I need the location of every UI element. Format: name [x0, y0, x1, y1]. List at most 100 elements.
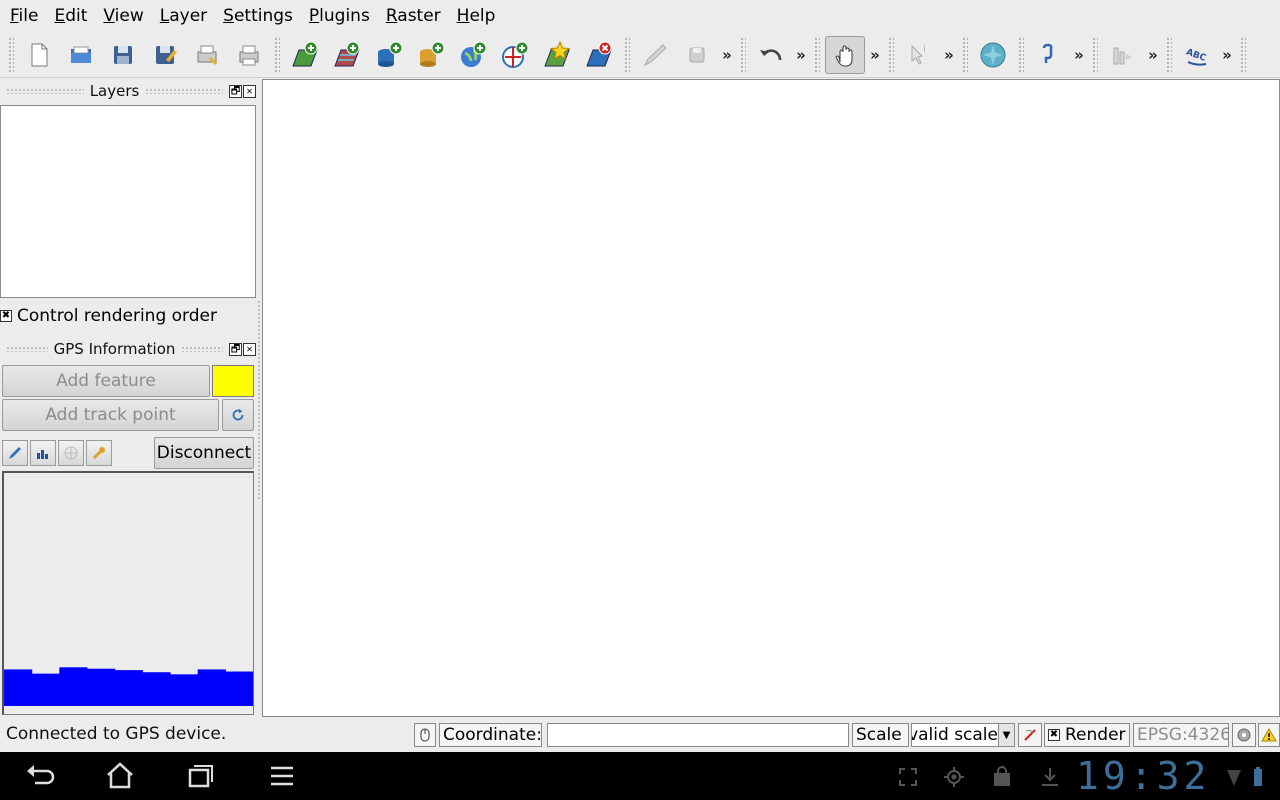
menu-plugins[interactable]: Plugins: [301, 0, 378, 32]
toggle-editing-button[interactable]: [635, 36, 675, 74]
coordinate-input[interactable]: [547, 723, 849, 747]
layers-tree[interactable]: [0, 105, 256, 298]
crs-status-button[interactable]: EPSG:4326: [1133, 723, 1229, 747]
menu-raster[interactable]: Raster: [378, 0, 449, 32]
back-button[interactable]: [20, 760, 60, 792]
undo-icon: [760, 48, 782, 60]
save-as-button[interactable]: [145, 36, 185, 74]
toolbar-grip[interactable]: [8, 36, 14, 73]
pan-icon: [835, 44, 853, 66]
toolbar-grip[interactable]: [962, 36, 968, 73]
new-shapefile-button[interactable]: [537, 36, 577, 74]
undo-button[interactable]: [751, 36, 791, 74]
svg-text:i: i: [923, 44, 926, 55]
toolbar-grip[interactable]: [1092, 36, 1098, 73]
home-button[interactable]: [100, 760, 140, 792]
store-notification[interactable]: [990, 765, 1014, 789]
add-wms-layer-icon: [461, 41, 487, 67]
toolbar-grip[interactable]: [740, 36, 746, 73]
toggle-editing-icon: [643, 43, 667, 66]
menu-view[interactable]: View: [95, 0, 151, 32]
menu-button[interactable]: [262, 760, 302, 792]
toolbar-overflow-button[interactable]: »: [718, 46, 736, 64]
add-track-point-button[interactable]: Add track point: [2, 399, 219, 431]
menu-help[interactable]: Help: [449, 0, 504, 32]
disconnect-button[interactable]: Disconnect: [154, 437, 254, 469]
new-project-button[interactable]: [19, 36, 59, 74]
pan-button[interactable]: [825, 35, 865, 74]
add-wfs-layer-button[interactable]: [495, 36, 535, 74]
refresh-icon: [232, 408, 244, 421]
add-wms-layer-button[interactable]: [453, 36, 493, 74]
toolbar-overflow-button[interactable]: »: [866, 46, 884, 64]
gps-position-tab-button[interactable]: [2, 440, 28, 466]
gps-panel-close-button[interactable]: ✕: [243, 342, 257, 356]
toolbar-overflow-button[interactable]: »: [1070, 46, 1088, 64]
add-vector-layer-button[interactable]: [285, 36, 325, 74]
system-clock: 19:32: [1076, 754, 1211, 798]
checkbox-checked[interactable]: ✖: [1048, 729, 1060, 741]
download-notification[interactable]: [1038, 765, 1062, 789]
track-color-swatch[interactable]: [212, 365, 254, 397]
render-checkbox[interactable]: ✖ Render: [1044, 723, 1130, 747]
messages-button[interactable]: [1258, 723, 1280, 747]
map-canvas[interactable]: [262, 79, 1280, 717]
add-feature-button[interactable]: Add feature: [2, 365, 210, 397]
projection-button[interactable]: [1232, 723, 1256, 747]
signal-icon: [1227, 770, 1241, 786]
scale-label: Scale: [852, 723, 909, 747]
toolbar-grip[interactable]: [1166, 36, 1172, 73]
toolbar-grip[interactable]: [814, 36, 820, 73]
layers-panel-title-bar[interactable]: Layers 🗗 ✕: [0, 79, 258, 103]
gps-panel-title-bar[interactable]: GPS Information 🗗 ✕: [0, 337, 258, 361]
add-raster-layer-button[interactable]: [327, 36, 367, 74]
screen-compat-button[interactable]: [896, 765, 920, 789]
save-edits-button[interactable]: [677, 36, 717, 74]
scale-combobox[interactable]: Invalid scale ▼: [911, 723, 1015, 747]
layers-panel-close-button[interactable]: ✕: [243, 84, 257, 98]
open-project-button[interactable]: [61, 36, 101, 74]
toggle-extents-button[interactable]: [414, 723, 436, 747]
recent-apps-button[interactable]: [180, 760, 220, 792]
toolbar-overflow-button[interactable]: »: [940, 46, 958, 64]
menu-edit[interactable]: Edit: [46, 0, 95, 32]
menu-layer[interactable]: Layer: [152, 0, 215, 32]
panel-splitter[interactable]: [257, 300, 261, 500]
add-spatialite-layer-button[interactable]: [411, 36, 451, 74]
add-postgis-layer-button[interactable]: [369, 36, 409, 74]
save-project-button[interactable]: [103, 36, 143, 74]
dropdown-arrow-icon[interactable]: ▼: [998, 724, 1014, 746]
toolbar-grip[interactable]: [624, 36, 630, 73]
measure-button[interactable]: [1103, 36, 1143, 74]
stop-render-button[interactable]: [1018, 723, 1042, 747]
status-bar: Connected to GPS device. Coordinate: Sca…: [0, 718, 1280, 752]
identify-button[interactable]: i: [899, 36, 939, 74]
toolbar-overflow-button[interactable]: »: [792, 46, 810, 64]
print-composer-button[interactable]: [187, 36, 227, 74]
toolbar-overflow-button[interactable]: »: [1218, 46, 1236, 64]
gps-satellites-tab-button[interactable]: [58, 440, 84, 466]
print-button[interactable]: [229, 36, 269, 74]
add-vector-layer-icon: [292, 41, 318, 66]
gps-options-tab-button[interactable]: [86, 440, 112, 466]
control-rendering-order-checkbox[interactable]: ✖ Control rendering order: [0, 304, 217, 328]
toolbar-grip[interactable]: [274, 36, 280, 73]
reset-track-button[interactable]: [222, 399, 254, 431]
toolbar-grip[interactable]: [888, 36, 894, 73]
gps-signal-tab-button[interactable]: [30, 440, 56, 466]
checkbox-checked[interactable]: ✖: [0, 310, 12, 322]
menu-file[interactable]: File: [2, 0, 46, 32]
menu-settings[interactable]: Settings: [215, 0, 301, 32]
android-system-bar: 19:32: [0, 752, 1280, 800]
python-console-button[interactable]: [1029, 36, 1069, 74]
compass-button[interactable]: [973, 36, 1013, 74]
battery-status: [1246, 765, 1270, 789]
layers-panel-float-button[interactable]: 🗗: [229, 84, 243, 98]
remove-layer-button[interactable]: [579, 36, 619, 74]
toolbar-overflow-button[interactable]: »: [1144, 46, 1162, 64]
label-button[interactable]: ABC: [1177, 36, 1217, 74]
toolbar-grip[interactable]: [1240, 36, 1246, 73]
battery-icon: [1254, 767, 1262, 786]
toolbar-grip[interactable]: [1018, 36, 1024, 73]
gps-panel-float-button[interactable]: 🗗: [229, 342, 243, 356]
